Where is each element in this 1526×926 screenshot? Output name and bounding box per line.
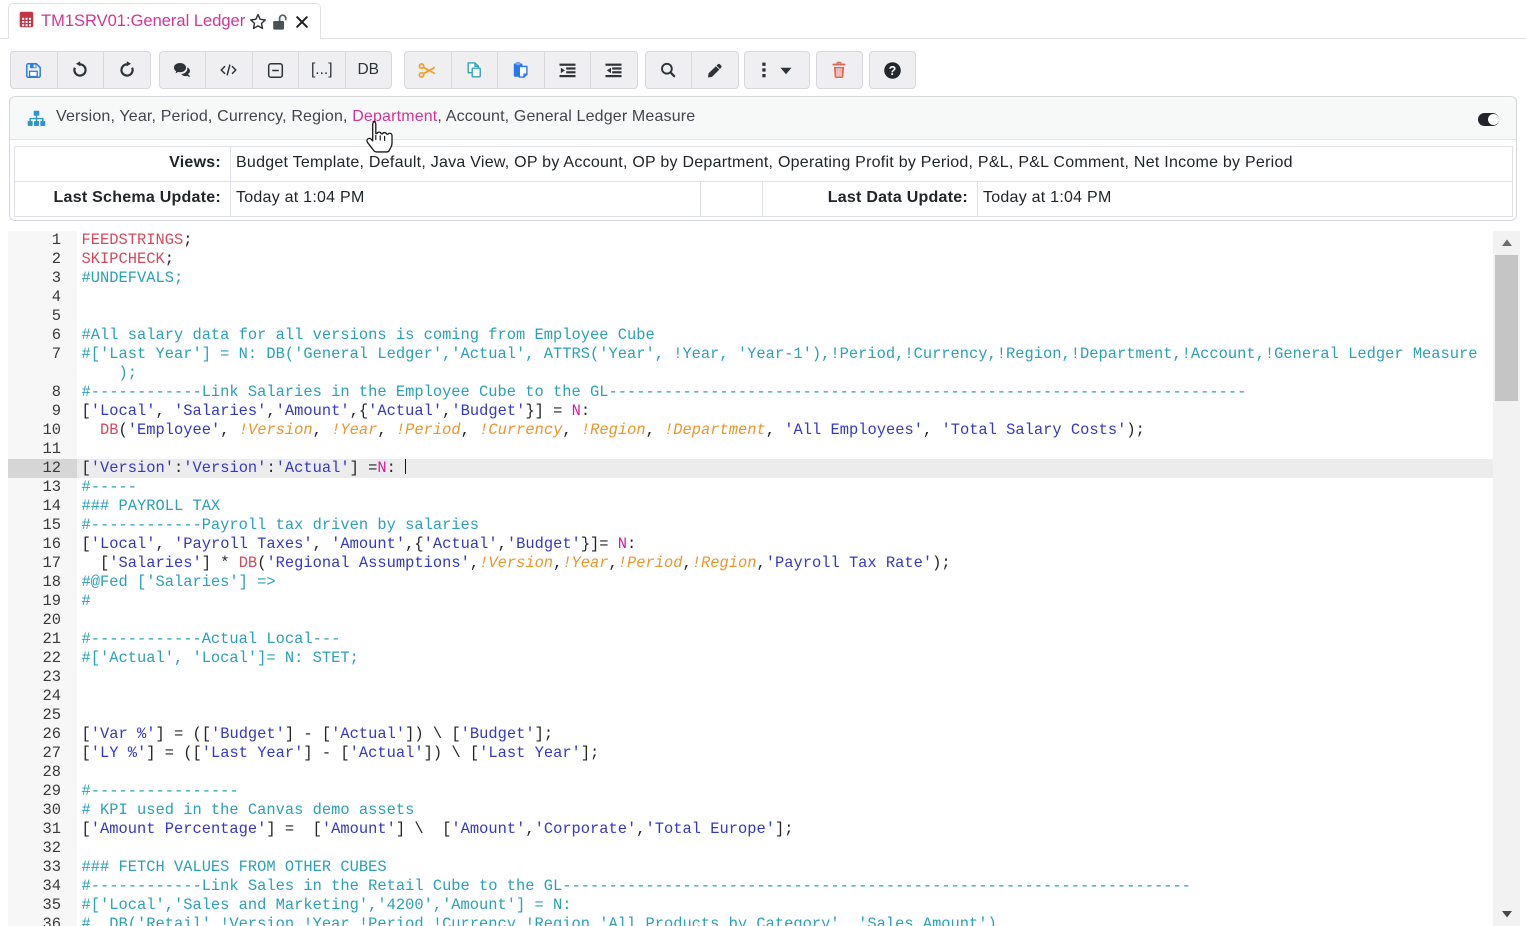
svg-text:?: ? bbox=[888, 64, 896, 78]
